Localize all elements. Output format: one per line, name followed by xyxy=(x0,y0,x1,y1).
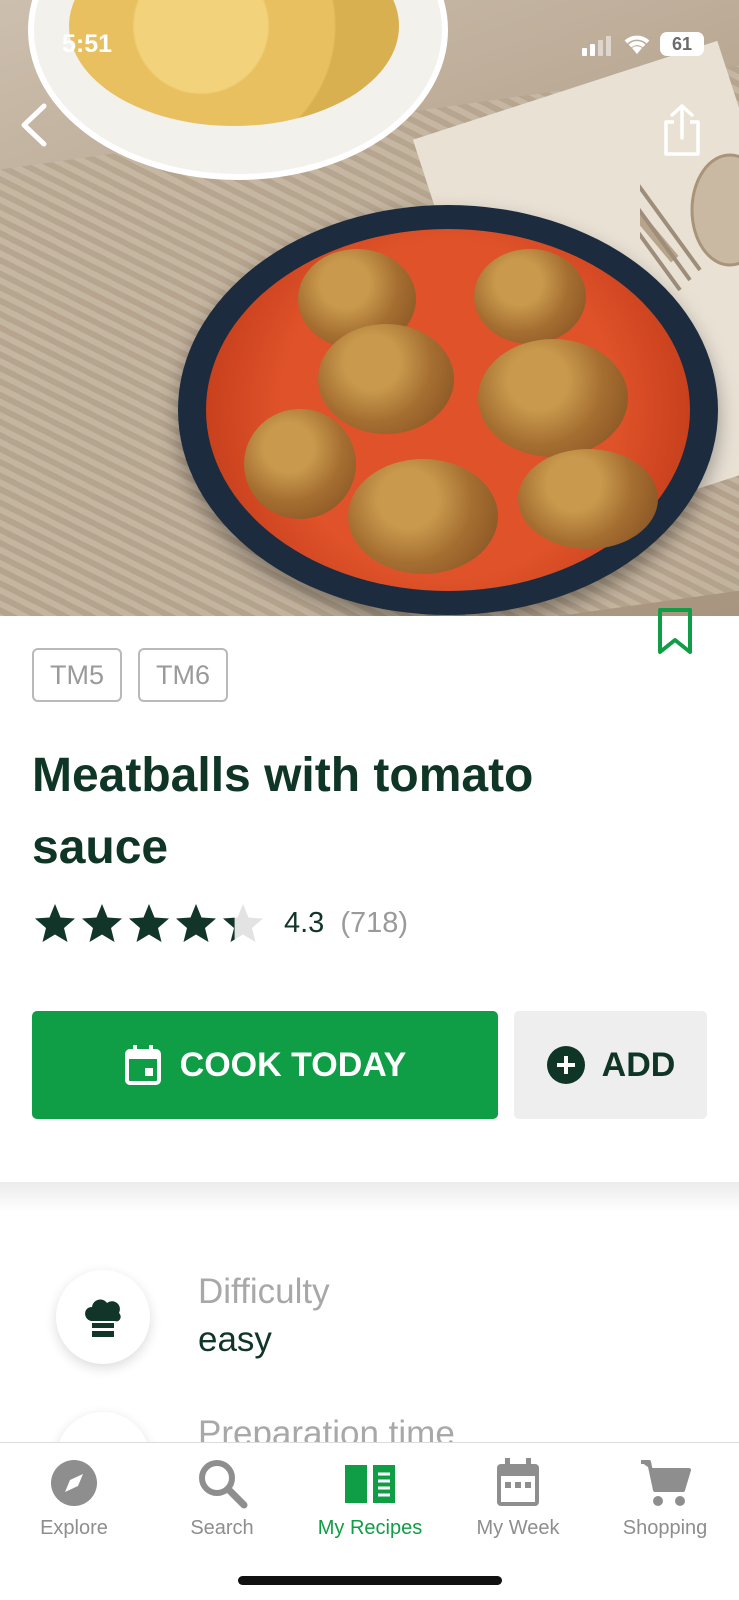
share-icon[interactable] xyxy=(660,102,704,158)
difficulty-value: easy xyxy=(198,1320,272,1359)
rating-value: 4.3 xyxy=(284,906,325,939)
add-label: ADD xyxy=(601,1045,676,1084)
recipe-title: Meatballs with tomato sauce xyxy=(32,749,534,874)
cook-today-label: COOK TODAY xyxy=(179,1045,407,1084)
battery-indicator: 61 xyxy=(660,32,704,56)
tab-shopping[interactable]: Shopping xyxy=(591,1455,739,1540)
cellular-signal-icon xyxy=(582,36,611,56)
calendar-icon xyxy=(124,1045,161,1085)
cook-today-button[interactable]: COOK TODAY xyxy=(32,1011,498,1119)
meatball-bowl xyxy=(178,205,718,615)
tab-search[interactable]: Search xyxy=(148,1455,296,1540)
wifi-icon xyxy=(624,35,650,54)
cart-icon xyxy=(641,1460,691,1506)
tab-label: Search xyxy=(190,1517,254,1539)
tab-label: Explore xyxy=(40,1517,108,1539)
section-divider xyxy=(0,1182,739,1212)
tab-explore[interactable]: Explore xyxy=(0,1455,148,1540)
back-chevron-icon[interactable] xyxy=(14,100,54,150)
star-icon xyxy=(35,904,75,942)
recipe-hero-image xyxy=(0,0,739,616)
rating-count: (718) xyxy=(340,906,409,939)
tab-my-week[interactable]: My Week xyxy=(444,1455,592,1540)
recipe-rating[interactable]: 4.3 (718) xyxy=(34,902,408,944)
add-circle-icon xyxy=(546,1046,585,1084)
star-icon xyxy=(82,904,122,942)
chef-hat-icon xyxy=(56,1270,150,1364)
compass-icon xyxy=(51,1460,97,1506)
tab-my-recipes[interactable]: My Recipes xyxy=(296,1455,444,1540)
book-icon xyxy=(345,1465,395,1503)
status-bar: 5:51 61 xyxy=(0,0,739,90)
search-icon xyxy=(199,1460,248,1509)
star-icon xyxy=(129,904,169,942)
device-tag: TM6 xyxy=(138,648,228,702)
tab-label: Shopping xyxy=(622,1517,708,1539)
status-time: 5:51 xyxy=(62,30,113,58)
tab-label: My Week xyxy=(476,1517,560,1539)
star-icon xyxy=(223,904,263,942)
star-icon xyxy=(176,904,216,942)
device-tags: TM5 TM6 xyxy=(32,648,228,702)
home-indicator[interactable] xyxy=(238,1576,502,1585)
difficulty-label: Difficulty xyxy=(198,1272,330,1311)
tab-label: My Recipes xyxy=(317,1517,423,1539)
bookmark-icon[interactable] xyxy=(656,608,694,656)
star-rating xyxy=(34,902,264,944)
add-button[interactable]: ADD xyxy=(514,1011,707,1119)
calendar-icon xyxy=(497,1458,539,1506)
device-tag: TM5 xyxy=(32,648,122,702)
